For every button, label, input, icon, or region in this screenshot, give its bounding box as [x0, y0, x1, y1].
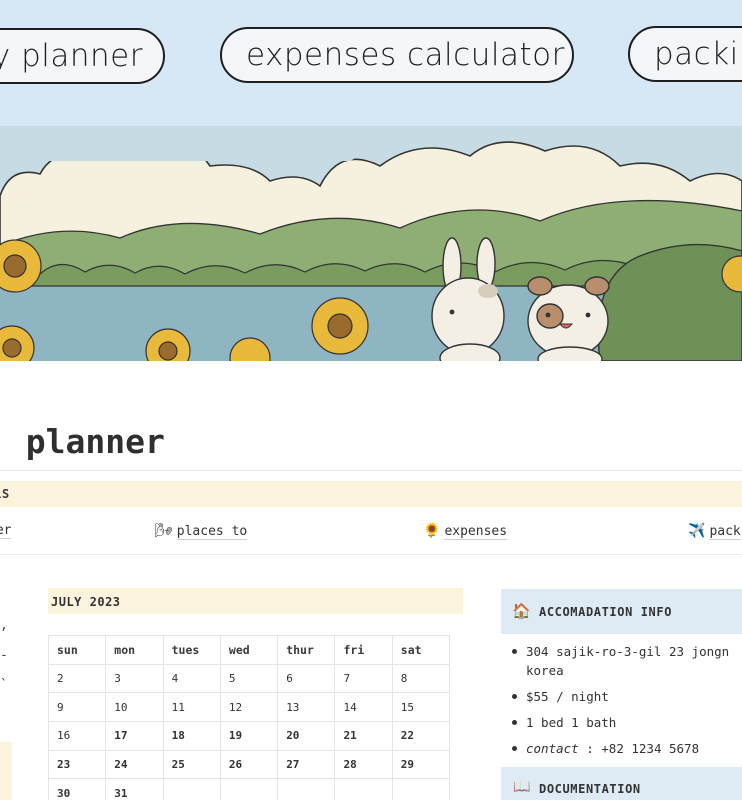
weekday-cell: sun [47, 635, 107, 665]
link-expenses[interactable]: 🌻 expenses [423, 523, 508, 540]
day-cell: 5 [219, 663, 279, 694]
calendar-week-row: 23 24 25 26 27 28 29 [47, 749, 451, 780]
day-cell [162, 778, 221, 800]
contact-label: contact [526, 741, 579, 756]
left-fragment-mark: ` [0, 678, 8, 693]
day-cell: 3 [105, 663, 164, 694]
trip-day-cell: 19 [219, 721, 279, 751]
trip-day-cell: 31 [105, 778, 164, 800]
list-item: $55 / night [510, 687, 742, 706]
accommodation-callout: 🏠 ACCOMADATION INFO [501, 589, 742, 634]
title-divider [0, 470, 742, 471]
documentation-callout: 📖 DOCUMENTATION [501, 767, 742, 800]
price-per-night: $55 / night [526, 689, 609, 704]
address-country: korea [526, 663, 564, 678]
day-cell: 6 [277, 663, 336, 694]
calendar-weekday-row: sun mon tues wed thur fri sat [47, 635, 451, 665]
day-cell: 16 [47, 721, 107, 751]
accommodation-list: 304 sajik-ro-3-gil 23 jongn korea $55 / … [510, 642, 742, 765]
cover-illustration [0, 126, 742, 361]
trip-day-cell: 25 [162, 749, 221, 780]
weekday-cell: fri [334, 635, 393, 665]
day-cell: 14 [334, 692, 393, 723]
day-cell: 15 [391, 692, 451, 723]
links-section-heading: LS [0, 487, 11, 501]
trip-day-cell: 27 [277, 749, 336, 780]
calendar-month-title: JULY 2023 [51, 595, 121, 609]
link-packing[interactable]: ✈️ pack [688, 523, 741, 540]
list-item: 1 bed 1 bath [510, 713, 742, 732]
day-cell: 2 [47, 663, 107, 694]
trip-day-cell: 24 [105, 749, 164, 780]
calendar-week-row: 2 3 4 5 6 7 8 [47, 663, 451, 694]
link-places-label: places to [176, 524, 248, 540]
trip-day-cell: 22 [391, 721, 451, 751]
trip-day-cell: 17 [105, 721, 164, 751]
page-title: . planner [0, 422, 165, 461]
day-cell: 10 [105, 692, 164, 723]
left-callout-edge [0, 742, 12, 800]
calendar-week-row: 30 31 [47, 778, 451, 800]
airplane-icon: ✈️ [688, 523, 706, 539]
weekday-cell: sat [391, 635, 451, 665]
trip-day-cell: 28 [334, 749, 393, 780]
sunflower-icon: 🌻 [423, 523, 441, 539]
links-section-header: LS [0, 481, 742, 507]
list-item-continuation: korea [510, 661, 742, 680]
trip-day-cell: 18 [162, 721, 221, 751]
calendar-week-row: 16 17 18 19 20 21 22 [47, 721, 451, 751]
calendar-week-row: 9 10 11 12 13 14 15 [47, 692, 451, 723]
left-fragment-text: - [0, 648, 8, 663]
trip-day-cell: 21 [334, 721, 393, 751]
trip-day-cell: 23 [47, 749, 107, 780]
cover-banner [0, 126, 742, 361]
left-fragment-mark: , [0, 618, 8, 633]
wind-icon: 🌬 [155, 523, 173, 539]
links-row: ner 🌬places to 🌻expenses ✈️pack [0, 507, 742, 555]
nav-pill-planner[interactable]: y planner [0, 28, 165, 84]
day-cell: 9 [47, 692, 107, 723]
list-item: 304 sajik-ro-3-gil 23 jongn [510, 642, 742, 661]
nav-pill-expenses-calculator[interactable]: expenses calculator [220, 27, 574, 83]
day-cell: 13 [277, 692, 336, 723]
trip-day-cell: 29 [391, 749, 451, 780]
link-packing-label: pack [709, 524, 741, 540]
weekday-cell: thur [277, 635, 336, 665]
day-cell: 4 [162, 663, 221, 694]
day-cell: 12 [219, 692, 279, 723]
weekday-cell: tues [162, 635, 221, 665]
link-places-to[interactable]: 🌬 places to [155, 523, 248, 540]
book-icon: 📖 [513, 779, 531, 795]
weekday-cell: mon [105, 635, 164, 665]
link-planner-label: ner [0, 523, 12, 539]
address-line: 304 sajik-ro-3-gil 23 jongn [526, 644, 730, 659]
day-cell: 8 [391, 663, 451, 694]
day-cell: 11 [162, 692, 221, 723]
day-cell [391, 778, 451, 800]
house-icon: 🏠 [512, 602, 531, 620]
calendar-header: JULY 2023 [48, 588, 463, 614]
contact-number: : +82 1234 5678 [578, 741, 700, 756]
link-planner[interactable]: ner [0, 523, 12, 539]
day-cell [219, 778, 279, 800]
link-expenses-label: expenses [444, 524, 508, 540]
day-cell [334, 778, 393, 800]
nav-pill-packing[interactable]: packi [628, 26, 742, 82]
documentation-heading: DOCUMENTATION [539, 782, 641, 796]
trip-day-cell: 20 [277, 721, 336, 751]
accommodation-heading: ACCOMADATION INFO [539, 605, 673, 619]
top-nav: y planner expenses calculator packi [0, 0, 742, 126]
weekday-cell: wed [219, 635, 279, 665]
trip-day-cell: 26 [219, 749, 279, 780]
day-cell [277, 778, 336, 800]
day-cell: 7 [334, 663, 393, 694]
list-item: contact : +82 1234 5678 [510, 739, 742, 758]
trip-day-cell: 30 [47, 778, 107, 800]
calendar-table: sun mon tues wed thur fri sat 2 3 4 5 6 … [47, 635, 451, 800]
room-info: 1 bed 1 bath [526, 715, 617, 730]
